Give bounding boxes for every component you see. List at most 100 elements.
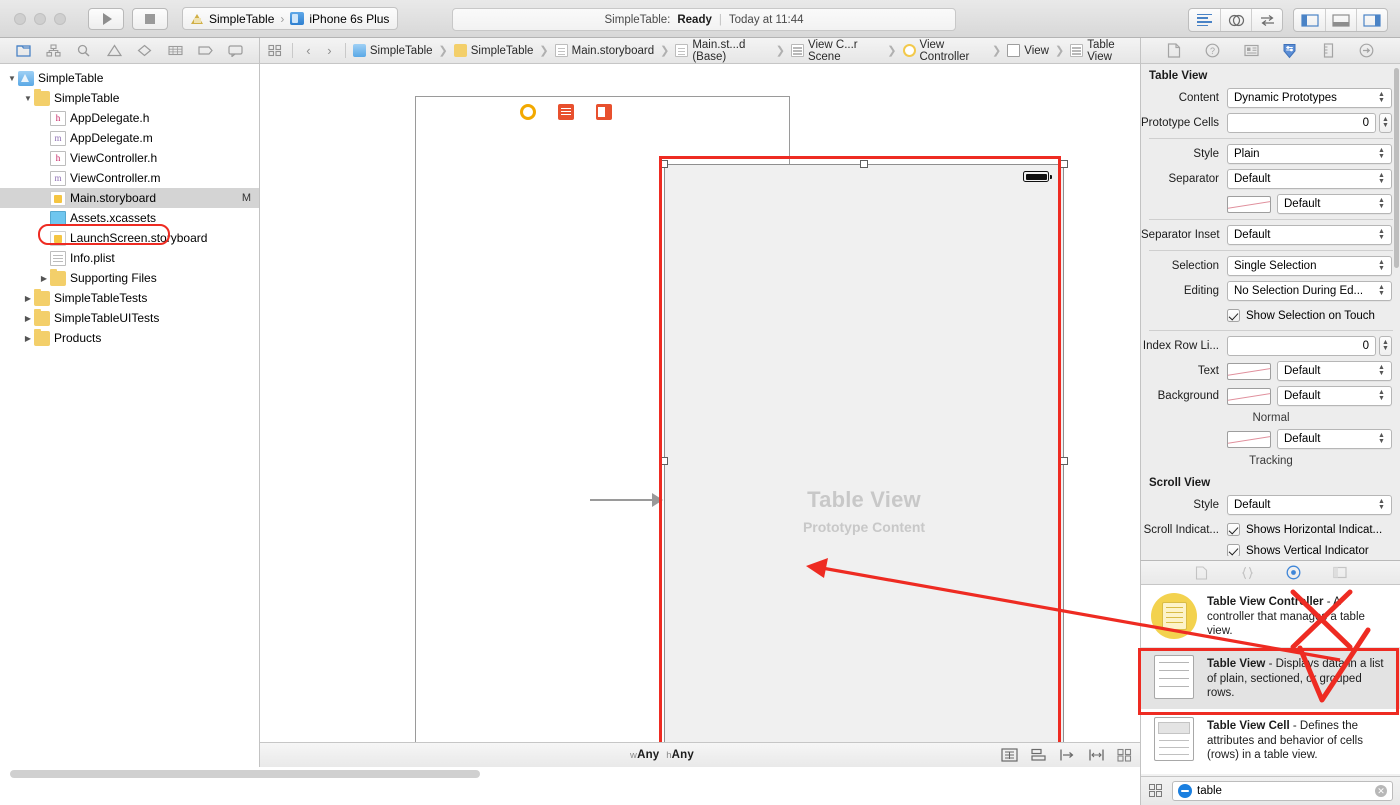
inspector-row[interactable]: Style Plain ▲ ▼ [1141, 143, 1400, 165]
breadcrumb-item[interactable]: View C...r Scene [790, 39, 881, 63]
navigator-item[interactable]: m ViewController.m [0, 168, 259, 188]
disclosure-triangle-open-icon[interactable]: ▼ [6, 74, 18, 83]
navigator-item[interactable]: m AppDelegate.m [0, 128, 259, 148]
attributes-inspector-tab[interactable] [1280, 42, 1300, 60]
minimize-window-button[interactable] [34, 12, 46, 25]
breadcrumb-item[interactable]: Main.st...d (Base) [675, 39, 769, 63]
align-icon[interactable] [1030, 748, 1047, 762]
disclosure-triangle-closed-icon[interactable]: ▶ [38, 274, 50, 283]
inspector-row[interactable]: Content Dynamic Prototypes ▲ ▼ [1141, 87, 1400, 109]
chevron-updown-icon[interactable]: ▲ ▼ [1376, 228, 1387, 241]
update-frames-icon[interactable] [1001, 748, 1018, 762]
navigator-item[interactable]: ▶ SimpleTableUITests [0, 308, 259, 328]
resize-handle-right-middle[interactable] [1060, 457, 1068, 465]
connections-inspector-tab[interactable] [1357, 42, 1377, 60]
autolayout-toolbar[interactable] [1001, 748, 1134, 762]
exit-icon[interactable] [596, 104, 612, 120]
close-window-button[interactable] [14, 12, 26, 25]
breadcrumb-item[interactable]: SimpleTable [352, 44, 433, 57]
navigator-item[interactable]: ▶ Supporting Files [0, 268, 259, 288]
disclosure-triangle-closed-icon[interactable]: ▶ [22, 314, 34, 323]
file-template-library-tab[interactable] [1193, 565, 1211, 581]
breadcrumb-item[interactable]: Table View [1070, 39, 1134, 63]
find-navigator-tab[interactable] [74, 42, 94, 60]
library-search-field[interactable]: table ✕ [1172, 781, 1393, 801]
library-layout-toggle-icon[interactable] [1149, 783, 1164, 799]
navigator-item[interactable]: h ViewController.h [0, 148, 259, 168]
pin-icon[interactable] [1059, 748, 1076, 762]
checkbox[interactable] [1227, 523, 1240, 536]
inspector-field-control[interactable]: 0 ▲ ▼ [1227, 113, 1392, 133]
stepper-control[interactable]: ▲ ▼ [1379, 336, 1392, 356]
scene-dock[interactable] [520, 104, 612, 120]
media-library-tab[interactable] [1331, 565, 1349, 581]
popup-button[interactable]: Default ▲ ▼ [1227, 169, 1392, 189]
inspector-field-control[interactable]: Default ▲ ▼ [1227, 495, 1392, 515]
number-field[interactable]: 0 [1227, 113, 1376, 133]
inspector-checkbox-row[interactable]: Show Selection on Touch [1141, 305, 1400, 326]
navigator-item[interactable]: Assets.xcassets [0, 208, 259, 228]
chevron-updown-icon[interactable]: ▲ ▼ [1376, 91, 1387, 104]
color-well[interactable] [1227, 195, 1271, 213]
run-button[interactable] [88, 7, 124, 30]
assistant-editor-button[interactable] [1220, 9, 1251, 31]
inspector-field-control[interactable]: No Selection During Ed... ▲ ▼ [1227, 281, 1392, 301]
inspector-row[interactable]: Separator Default ▲ ▼ [1141, 168, 1400, 190]
checkbox[interactable] [1227, 544, 1240, 556]
popup-button[interactable]: Default ▲ ▼ [1277, 361, 1392, 381]
library-item[interactable]: Table View Controller - A controller tha… [1141, 585, 1400, 647]
first-responder-icon[interactable] [558, 104, 574, 120]
report-navigator-tab[interactable] [226, 42, 246, 60]
inspector-row[interactable]: Index Row Li... 0 ▲ ▼ [1141, 335, 1400, 357]
popup-button[interactable]: Default ▲ ▼ [1227, 225, 1392, 245]
stop-button[interactable] [132, 7, 168, 30]
breadcrumb-item[interactable]: Main.storyboard [554, 44, 654, 57]
code-snippet-library-tab[interactable] [1239, 565, 1257, 581]
test-navigator-tab[interactable] [135, 42, 155, 60]
inspector-field-control[interactable]: Default ▲ ▼ [1227, 361, 1392, 381]
file-inspector-tab[interactable] [1164, 42, 1184, 60]
navigator-item[interactable]: h AppDelegate.h [0, 108, 259, 128]
inspector-tab-bar[interactable]: ? [1141, 38, 1400, 64]
chevron-updown-icon[interactable]: ▲ ▼ [1376, 498, 1387, 511]
resize-behaviour-icon[interactable] [1117, 748, 1134, 762]
identity-inspector-tab[interactable] [1241, 42, 1261, 60]
inspector-field-control[interactable]: Single Selection ▲ ▼ [1227, 256, 1392, 276]
size-class-indicator[interactable]: wAny hAny [630, 749, 694, 761]
popup-button[interactable]: Plain ▲ ▼ [1227, 144, 1392, 164]
color-well[interactable] [1227, 430, 1271, 448]
inspector-field-control[interactable]: Default ▲ ▼ [1227, 169, 1392, 189]
chevron-updown-icon[interactable]: ▲ ▼ [1376, 172, 1387, 185]
panel-toggle-segmented[interactable] [1293, 8, 1388, 32]
navigator-item[interactable]: Info.plist [0, 248, 259, 268]
disclosure-triangle-open-icon[interactable]: ▼ [22, 94, 34, 103]
color-well[interactable] [1227, 387, 1271, 405]
checkbox[interactable] [1227, 309, 1240, 322]
forward-button[interactable]: › [321, 43, 338, 58]
scheme-selector[interactable]: SimpleTable › iPhone 6s Plus [182, 7, 399, 30]
inspector-row[interactable]: Default ▲ ▼ [1141, 193, 1400, 215]
project-navigator-tab[interactable] [13, 42, 33, 60]
storyboard-canvas[interactable]: Table View Prototype Content [260, 64, 1140, 742]
inspector-row[interactable]: Selection Single Selection ▲ ▼ [1141, 255, 1400, 277]
toggle-debug-area-button[interactable] [1325, 9, 1356, 31]
navigator-item[interactable]: Main.storyboard M [0, 188, 259, 208]
symbol-navigator-tab[interactable] [44, 42, 64, 60]
inspector-row[interactable]: Background Default ▲ ▼ [1141, 385, 1400, 407]
inspector-field-control[interactable]: 0 ▲ ▼ [1227, 336, 1392, 356]
inspector-row[interactable]: Editing No Selection During Ed... ▲ ▼ [1141, 280, 1400, 302]
attributes-inspector-content[interactable]: Table View Content Dynamic Prototypes ▲ ▼ Pro… [1141, 64, 1400, 556]
resize-handle-left-middle[interactable] [660, 457, 668, 465]
library-tab-bar[interactable] [1141, 561, 1400, 585]
number-field[interactable]: 0 [1227, 336, 1376, 356]
chevron-updown-icon[interactable]: ▲ ▼ [1376, 147, 1387, 160]
jump-bar[interactable]: ‹ › SimpleTable ❯ SimpleTable ❯ Main.storybo… [260, 38, 1140, 64]
object-library-tab[interactable] [1285, 565, 1303, 581]
version-editor-button[interactable] [1251, 9, 1282, 31]
inspector-scrollbar[interactable] [1394, 68, 1399, 268]
chevron-updown-icon[interactable]: ▲ ▼ [1376, 259, 1387, 272]
navigator-item[interactable]: ▶ Products [0, 328, 259, 348]
breadcrumb-item[interactable]: SimpleTable [453, 44, 533, 57]
window-controls[interactable] [14, 12, 66, 25]
clear-search-icon[interactable]: ✕ [1375, 785, 1387, 797]
